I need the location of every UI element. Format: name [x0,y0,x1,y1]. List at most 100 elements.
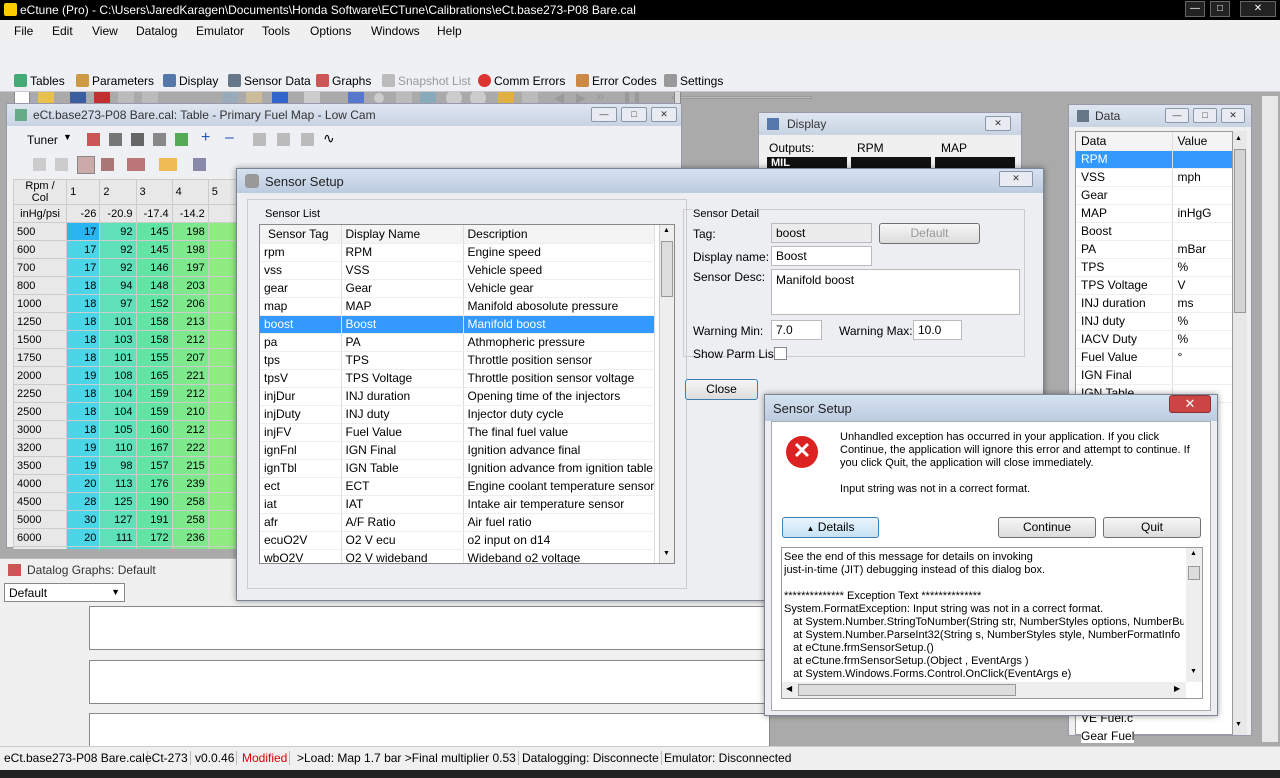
color-icon[interactable] [159,158,177,171]
menu-edit[interactable]: Edit [52,24,73,38]
fuel-cell[interactable]: 92 [99,222,137,241]
fuel-cell[interactable]: 212 [171,420,209,439]
fuel-cell[interactable]: 17 [66,258,101,277]
record-icon[interactable] [374,93,384,103]
quit-button[interactable]: Quit [1103,517,1201,538]
comm-errors-button[interactable]: Comm Errors [478,74,565,88]
fuel-cell[interactable]: 212 [171,384,209,403]
data-row[interactable]: VSS mph [1076,168,1232,187]
fuel-cell[interactable]: 28 [66,492,101,511]
sensor-row[interactable]: injDuty INJ duty Injector duty cycle [260,405,655,424]
data-row[interactable]: INJ duration ms [1076,294,1232,313]
sensor-row[interactable]: rpm RPM Engine speed [260,243,655,262]
data-row[interactable]: RPM [1076,150,1232,169]
fuel-cell[interactable]: 148 [135,276,173,295]
data-col-name[interactable]: Data [1076,132,1173,151]
col-display-name[interactable]: Display Name [341,225,464,244]
data-row[interactable]: IACV Duty% [1076,330,1232,349]
stop-icon[interactable] [645,91,655,101]
fuel-cell[interactable]: 113 [99,474,137,493]
data-scrollbar[interactable]: ▲ ▼ [1233,131,1247,735]
fuel-cell[interactable]: 18 [66,348,101,367]
menu-datalog[interactable]: Datalog [136,24,177,38]
fuel-cell[interactable]: 158 [135,312,173,331]
sensor-list-scrollbar[interactable]: ▲ ▼ [659,225,674,563]
fuel-cell[interactable]: 258 [171,492,209,511]
fuel-cell[interactable]: 213 [171,312,209,331]
details-scroll-left-icon[interactable]: ◀ [786,684,792,693]
error-details-textbox[interactable]: See the end of this message for details … [781,547,1203,699]
sensor-row[interactable]: vss VSS Vehicle speed [260,261,655,280]
sensor-row[interactable]: tpsV TPS Voltage Throttle position sensor … [260,369,655,388]
display-close[interactable]: ✕ [985,116,1011,131]
warning-min-field[interactable]: 7.0 [771,320,822,340]
data-row[interactable]: INJ duty% [1076,312,1232,331]
fuel-cell[interactable]: 210 [171,402,209,421]
fuel-cell[interactable]: 145 [135,240,173,259]
sensor-row[interactable]: wbO2V O2 V wideband Wideband o2 voltage [260,549,655,563]
fuel-cell[interactable]: 92 [99,240,137,259]
sensor-desc-field[interactable]: Manifold boost [771,269,1020,315]
data-row[interactable]: MAP inHgG [1076,204,1232,223]
data-row[interactable]: Fuel Value ° [1076,348,1232,367]
fuel-cell[interactable]: 172 [135,546,173,549]
snapshot-list-button[interactable]: Snapshot List [382,74,471,88]
fuel-cell[interactable]: 18 [66,312,101,331]
fuel-cell[interactable]: 30 [66,510,101,529]
fuel-cell[interactable]: 146 [135,258,173,277]
sensor-row[interactable]: afr A/F Ratio Air fuel ratio [260,513,655,532]
details-vscroll-thumb[interactable] [1188,566,1200,580]
col-sensor-tag[interactable]: Sensor Tag [260,225,342,244]
fuel-cell[interactable]: 101 [99,348,137,367]
fuel-cell[interactable]: 203 [171,276,209,295]
fuel-cell[interactable]: 172 [135,528,173,547]
fuel-cell[interactable]: 222 [171,438,209,457]
grid-col-header[interactable]: 5 [207,179,239,205]
menu-tools[interactable]: Tools [262,24,290,38]
wave-icon[interactable]: ∿ [323,130,335,147]
sensor-row[interactable]: iat IAT Intake air temperature sensor [260,495,655,514]
details-scroll-down-icon[interactable]: ▼ [1190,668,1197,675]
grid-col-header[interactable]: 4 [171,179,209,205]
continue-button[interactable]: Continue [998,517,1096,538]
fuel-cell[interactable]: 18 [66,276,101,295]
fuel-cell[interactable]: 157 [135,456,173,475]
data-row[interactable]: TPS% [1076,258,1232,277]
close-app-button[interactable]: ✕ [1240,1,1276,17]
error-close-x[interactable]: ✕ [1169,395,1211,413]
fuel-cell[interactable]: 101 [99,312,137,331]
data-col-value[interactable]: Value [1172,132,1232,151]
settings-button[interactable]: Settings [664,74,723,88]
fuel-cell[interactable]: 191 [135,510,173,529]
minus-icon[interactable]: – [225,129,234,147]
fuel-cell[interactable]: 239 [171,474,209,493]
tool-icon-12[interactable] [33,158,46,171]
fuel-cell[interactable]: 104 [99,402,137,421]
tool-icon-9[interactable] [277,133,290,146]
data-row[interactable]: PA mBar [1076,240,1232,259]
fuel-cell[interactable]: 176 [135,474,173,493]
fuel-cell[interactable]: 20 [66,528,101,547]
plus-icon[interactable]: + [201,129,210,147]
menu-help[interactable]: Help [437,24,462,38]
fuel-cell[interactable]: 18 [66,384,101,403]
fuel-cell[interactable]: 145 [135,222,173,241]
fuel-cell[interactable]: 207 [171,348,209,367]
sensor-row[interactable]: injDur INJ duration Opening time of the in… [260,387,655,406]
pause-icon[interactable]: ❚❚ [622,90,642,104]
fuel-cell[interactable]: 17 [66,240,101,259]
fuel-cell[interactable]: 165 [135,366,173,385]
menu-view[interactable]: View [92,24,118,38]
fuel-cell[interactable]: 103 [99,330,137,349]
fuel-cell[interactable]: 92 [99,258,137,277]
tool-icon-5[interactable] [175,133,188,146]
details-vscroll[interactable]: ▲ ▼ [1186,548,1202,682]
details-hscroll-thumb[interactable] [798,684,1016,696]
graph-area-1[interactable] [89,606,770,650]
parameters-button[interactable]: Parameters [76,74,154,88]
tool-icon-16[interactable] [127,158,145,171]
fuel-cell[interactable]: 18 [66,402,101,421]
fuel-cell[interactable]: 111 [99,528,137,547]
details-button[interactable]: ▲ Details [782,517,879,538]
fuel-cell[interactable]: 190 [135,492,173,511]
